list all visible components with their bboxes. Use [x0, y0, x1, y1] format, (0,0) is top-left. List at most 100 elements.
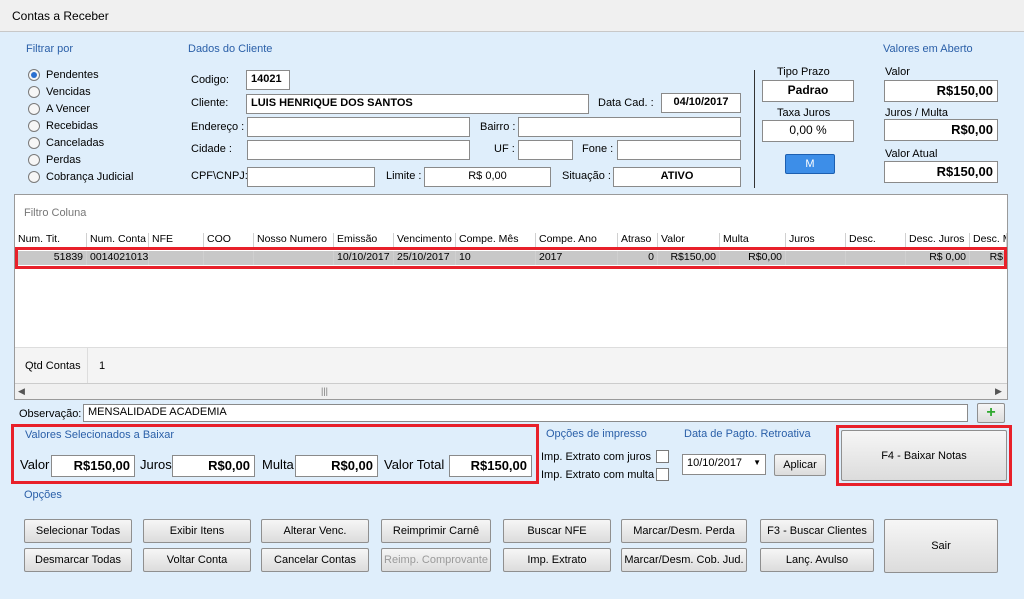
- retroativa-date-picker[interactable]: 10/10/2017 ▼: [682, 454, 766, 475]
- buscar-clientes-button[interactable]: F3 - Buscar Clientes: [760, 519, 874, 543]
- selecionar-todas-button[interactable]: Selecionar Todas: [24, 519, 132, 543]
- exibir-itens-button[interactable]: Exibir Itens: [143, 519, 251, 543]
- reimprimir-carne-button[interactable]: Reimprimir Carnê: [381, 519, 491, 543]
- buscar-nfe-button[interactable]: Buscar NFE: [503, 519, 611, 543]
- filter-vencidas[interactable]: Vencidas: [28, 83, 133, 100]
- filter-recebidas[interactable]: Recebidas: [28, 117, 133, 134]
- col-emissao[interactable]: Emissão: [334, 233, 394, 247]
- col-nfe[interactable]: NFE: [149, 233, 204, 247]
- baixar-notas-button[interactable]: F4 - Baixar Notas: [841, 430, 1007, 481]
- col-num-tit[interactable]: Num. Tit.: [15, 233, 87, 247]
- col-desc[interactable]: Desc.: [846, 233, 906, 247]
- limite-field[interactable]: R$ 0,00: [424, 167, 551, 187]
- filter-cobranca-judicial[interactable]: Cobrança Judicial: [28, 168, 133, 185]
- alterar-venc-button[interactable]: Alterar Venc.: [261, 519, 369, 543]
- horizontal-scrollbar[interactable]: ◀ ||| ▶: [15, 383, 1007, 399]
- observacao-field[interactable]: MENSALIDADE ACADEMIA: [83, 404, 968, 422]
- retroativa-group-title: Data de Pagto. Retroativa: [684, 428, 811, 440]
- radio-icon: [28, 68, 40, 81]
- data-cad-label: Data Cad. :: [598, 97, 654, 109]
- qtd-contas-value: 1: [99, 360, 106, 372]
- taxa-juros-field[interactable]: 0,00 %: [762, 120, 854, 142]
- col-atraso[interactable]: Atraso: [618, 233, 658, 247]
- filter-perdas[interactable]: Perdas: [28, 151, 133, 168]
- data-cad-field[interactable]: 04/10/2017: [661, 93, 741, 113]
- qtd-contas-label: Qtd Contas: [25, 360, 81, 372]
- chevron-down-icon[interactable]: ▼: [753, 458, 761, 467]
- sel-valor-field[interactable]: R$150,00: [51, 455, 135, 477]
- aberto-valor-field[interactable]: R$150,00: [884, 80, 998, 102]
- plus-icon[interactable]: +: [977, 403, 1005, 423]
- endereco-field[interactable]: [247, 117, 470, 137]
- imp-juros-label: Imp. Extrato com juros: [541, 451, 652, 463]
- col-num-conta[interactable]: Num. Conta: [87, 233, 149, 247]
- contas-grid[interactable]: Filtro Coluna Num. Tit. Num. Conta NFE C…: [14, 194, 1008, 400]
- m-button[interactable]: M: [785, 154, 835, 174]
- endereco-label: Endereço :: [191, 121, 245, 133]
- fone-label: Fone :: [582, 143, 614, 155]
- col-valor[interactable]: Valor: [658, 233, 720, 247]
- tipo-prazo-field[interactable]: Padrao: [762, 80, 854, 102]
- scroll-left-icon[interactable]: ◀: [18, 386, 25, 397]
- sel-total-label: Valor Total: [384, 457, 445, 472]
- sel-total-field[interactable]: R$150,00: [449, 455, 532, 477]
- col-compe-ano[interactable]: Compe. Ano: [536, 233, 618, 247]
- footer-divider: [87, 348, 88, 384]
- filter-a-vencer[interactable]: A Vencer: [28, 100, 133, 117]
- selecionados-group-title: Valores Selecionados a Baixar: [25, 429, 174, 441]
- cidade-field[interactable]: [247, 140, 470, 160]
- imp-extrato-button[interactable]: Imp. Extrato: [503, 548, 611, 572]
- observacao-label: Observação:: [19, 408, 82, 420]
- cliente-field[interactable]: LUIS HENRIQUE DOS SANTOS: [246, 94, 589, 114]
- cpf-field[interactable]: [247, 167, 375, 187]
- voltar-conta-button[interactable]: Voltar Conta: [143, 548, 251, 572]
- uf-field[interactable]: [518, 140, 573, 160]
- selected-row-highlight: [15, 247, 1007, 269]
- sel-multa-label: Multa: [262, 457, 294, 472]
- col-desc-juros[interactable]: Desc. Juros: [906, 233, 970, 247]
- situacao-field[interactable]: ATIVO: [613, 167, 741, 187]
- reimp-comprovante-button[interactable]: Reimp. Comprovante: [381, 548, 491, 572]
- window-title: Contas a Receber: [12, 9, 109, 23]
- sel-multa-field[interactable]: R$0,00: [295, 455, 378, 477]
- imp-multa-label: Imp. Extrato com multa: [541, 469, 655, 481]
- codigo-field[interactable]: 14021: [246, 70, 290, 90]
- aplicar-button[interactable]: Aplicar: [774, 454, 826, 476]
- imp-multa-checkbox[interactable]: [656, 468, 669, 481]
- radio-icon: [28, 153, 40, 166]
- grid-header: Num. Tit. Num. Conta NFE COO Nosso Numer…: [15, 233, 1007, 247]
- scroll-grip-icon[interactable]: |||: [321, 386, 328, 396]
- sel-valor-label: Valor: [20, 457, 50, 472]
- marcar-perda-button[interactable]: Marcar/Desm. Perda: [621, 519, 747, 543]
- col-desc-m[interactable]: Desc. M: [970, 233, 1007, 247]
- grid-footer: Qtd Contas 1: [15, 347, 1007, 384]
- aberto-group-title: Valores em Aberto: [883, 43, 973, 55]
- col-vencimento[interactable]: Vencimento: [394, 233, 456, 247]
- col-nosso-numero[interactable]: Nosso Numero: [254, 233, 334, 247]
- tipo-prazo-label: Tipo Prazo: [777, 66, 830, 78]
- cidade-label: Cidade :: [191, 143, 232, 155]
- desmarcar-todas-button[interactable]: Desmarcar Todas: [24, 548, 132, 572]
- filter-pendentes[interactable]: Pendentes: [28, 66, 133, 83]
- divider: [754, 70, 755, 188]
- fone-field[interactable]: [617, 140, 741, 160]
- aberto-juros-field[interactable]: R$0,00: [884, 119, 998, 141]
- cancelar-contas-button[interactable]: Cancelar Contas: [261, 548, 369, 572]
- col-compe-mes[interactable]: Compe. Mês: [456, 233, 536, 247]
- bairro-field[interactable]: [518, 117, 741, 137]
- marcar-cob-jud-button[interactable]: Marcar/Desm. Cob. Jud.: [621, 548, 747, 572]
- col-multa[interactable]: Multa: [720, 233, 786, 247]
- col-coo[interactable]: COO: [204, 233, 254, 247]
- imp-juros-checkbox[interactable]: [656, 450, 669, 463]
- scroll-right-icon[interactable]: ▶: [995, 386, 1002, 397]
- taxa-juros-label: Taxa Juros: [777, 107, 831, 119]
- lanc-avulso-button[interactable]: Lanç. Avulso: [760, 548, 874, 572]
- aberto-atual-field[interactable]: R$150,00: [884, 161, 998, 183]
- client-group-title: Dados do Cliente: [188, 43, 273, 55]
- aberto-atual-label: Valor Atual: [885, 148, 938, 160]
- col-juros[interactable]: Juros: [786, 233, 846, 247]
- sel-juros-field[interactable]: R$0,00: [172, 455, 255, 477]
- filter-canceladas[interactable]: Canceladas: [28, 134, 133, 151]
- bairro-label: Bairro :: [480, 121, 516, 133]
- sair-button[interactable]: Sair: [884, 519, 998, 573]
